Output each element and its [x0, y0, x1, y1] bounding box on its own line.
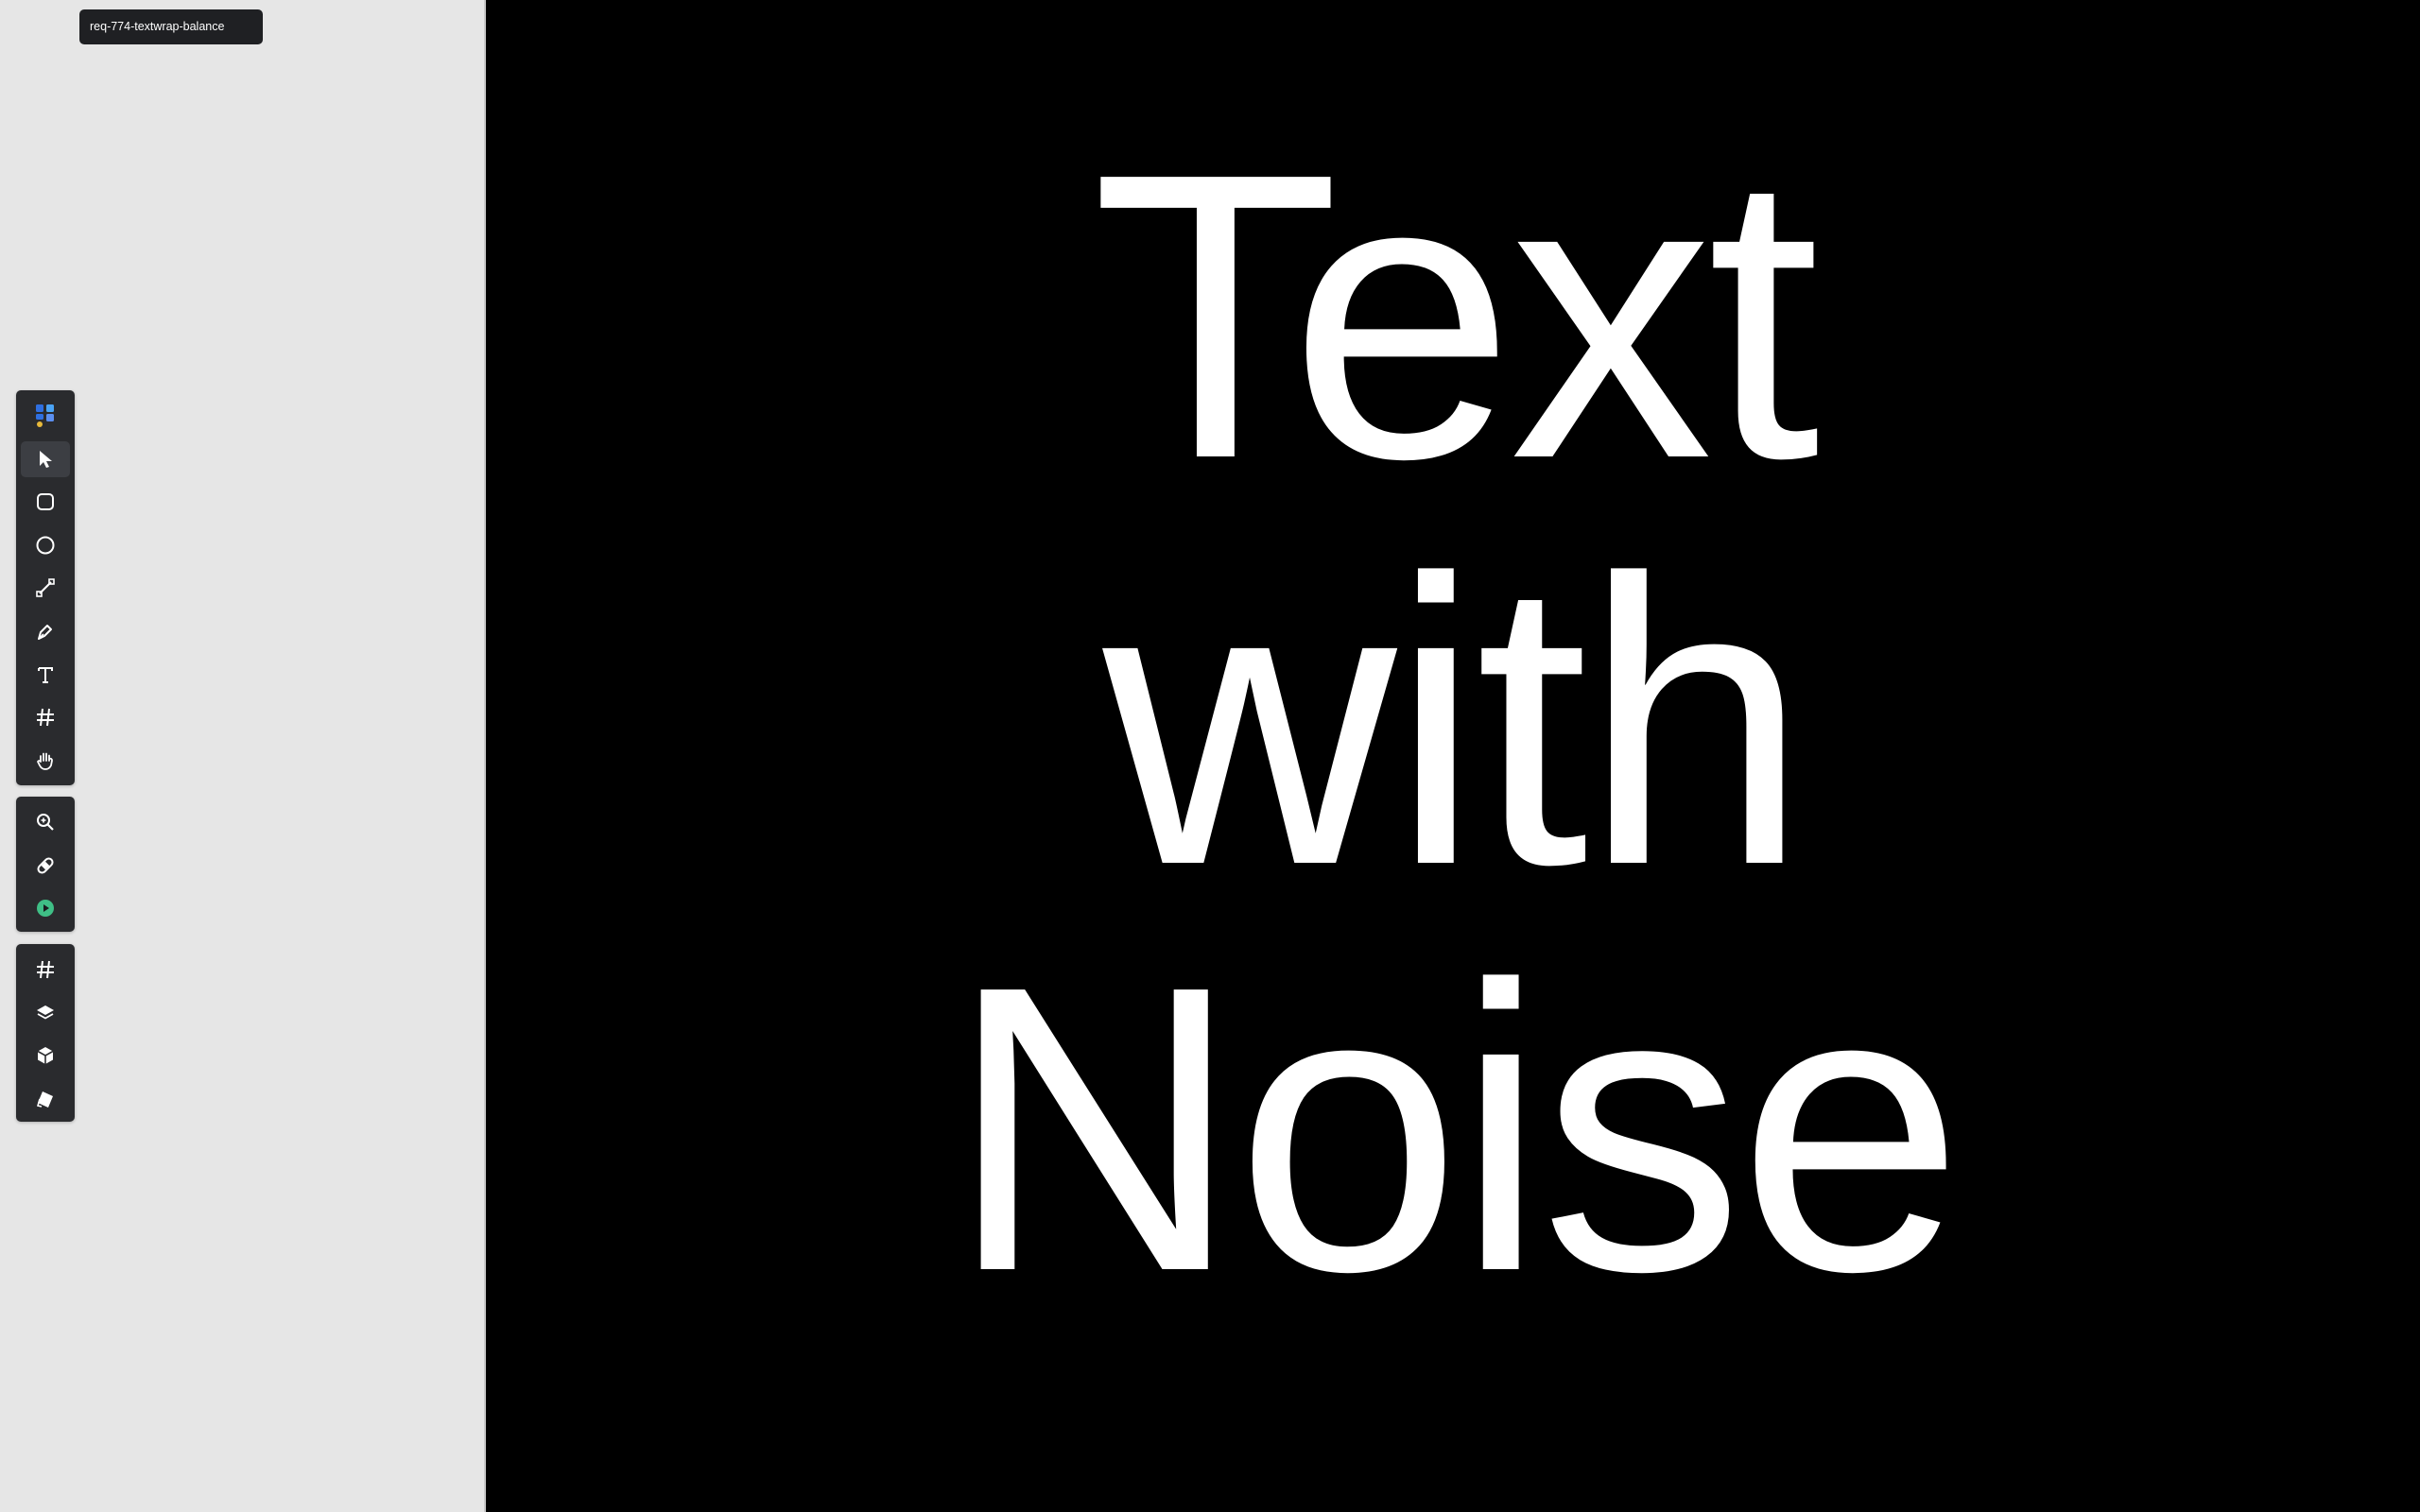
line-tool-button[interactable] [21, 570, 70, 606]
design-canvas[interactable]: Text with Noise [486, 0, 2420, 1512]
layers-icon [37, 1005, 54, 1020]
ellipse-icon [36, 536, 55, 555]
panels-toolbar [16, 944, 75, 1122]
line-icon [36, 578, 55, 598]
file-tab[interactable]: req-774-textwrap-balance [79, 9, 263, 44]
heal-tool-button[interactable] [21, 848, 70, 884]
play-icon [37, 900, 54, 918]
grid-panel-button[interactable] [21, 952, 70, 988]
component-panel-button[interactable] [21, 1038, 70, 1074]
hand-tool-button[interactable] [21, 743, 70, 779]
zoom-tool-button[interactable] [21, 804, 70, 840]
pen-icon [38, 624, 52, 640]
app-window: req-774-textwrap-balance Text with Noise [0, 0, 2420, 1512]
rectangle-icon [37, 493, 54, 511]
canvas-text-layer[interactable]: Text with Noise [486, 113, 2420, 1332]
ellipse-tool-button[interactable] [21, 527, 70, 563]
layers-panel-button[interactable] [21, 995, 70, 1031]
pointer-icon [40, 450, 52, 468]
paint-panel-button[interactable] [21, 1081, 70, 1117]
play-button[interactable] [21, 890, 70, 926]
text-tool-button[interactable] [21, 657, 70, 693]
view-toolbar [16, 797, 75, 932]
bandage-icon [37, 857, 54, 874]
component-icon [37, 1047, 54, 1065]
frame-icon [37, 709, 54, 727]
hand-icon [37, 752, 53, 770]
frame-tool-button[interactable] [21, 699, 70, 735]
pen-tool-button[interactable] [21, 613, 70, 649]
grid-icon [37, 960, 54, 979]
text-line-3: Noise [947, 902, 1963, 1356]
main-toolbar [16, 390, 75, 785]
rectangle-tool-button[interactable] [21, 484, 70, 520]
app-logo-icon [36, 404, 54, 427]
app-logo-button[interactable] [21, 398, 70, 434]
text-icon [38, 666, 53, 683]
text-line-1: Text [1091, 90, 1821, 543]
pointer-tool-button[interactable] [21, 440, 70, 477]
text-line-2: with [1102, 496, 1809, 950]
paint-icon [37, 1091, 53, 1108]
left-pane: req-774-textwrap-balance [0, 0, 486, 1512]
zoom-icon [37, 814, 54, 831]
